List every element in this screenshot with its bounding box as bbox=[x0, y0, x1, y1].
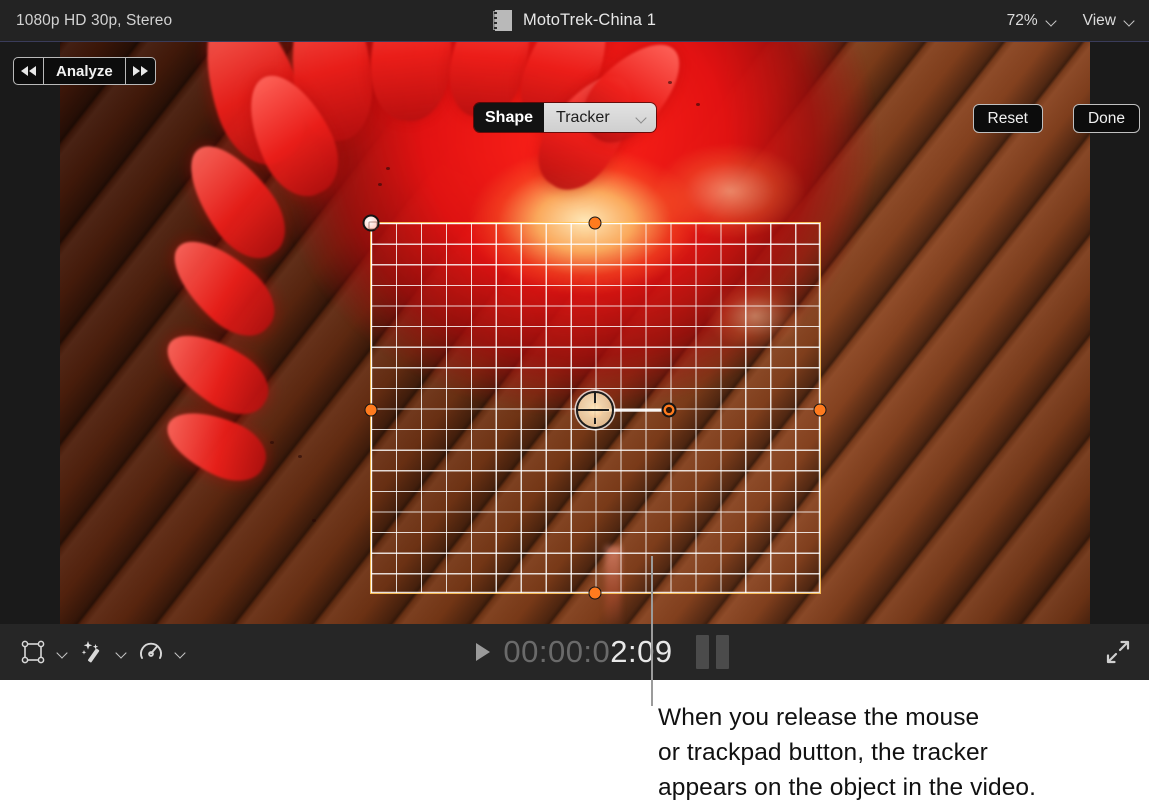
speck bbox=[386, 167, 390, 170]
pause-icon[interactable] bbox=[696, 624, 729, 680]
chevron-down-icon[interactable] bbox=[57, 647, 68, 658]
transport-left-tools bbox=[18, 624, 186, 680]
fast-forward-icon[interactable] bbox=[125, 58, 155, 84]
shape-tracker-control[interactable]: Shape Tracker bbox=[474, 103, 656, 132]
play-icon[interactable] bbox=[476, 643, 490, 661]
chevron-down-icon[interactable] bbox=[175, 647, 186, 658]
shape-tab[interactable]: Shape bbox=[474, 103, 544, 132]
callout-line-1: When you release the mouse bbox=[658, 700, 1128, 735]
speck bbox=[270, 441, 274, 444]
title-center-group: MotoTrek-China 1 bbox=[0, 0, 1149, 41]
callout-line-2: or trackpad button, the tracker bbox=[658, 735, 1128, 770]
speedometer-icon[interactable] bbox=[136, 637, 166, 667]
handle-left-center[interactable] bbox=[365, 404, 378, 417]
callout-leader-line bbox=[651, 556, 653, 706]
analyze-button[interactable]: Analyze bbox=[44, 58, 125, 84]
timecode-display[interactable]: 00:00:02:09 bbox=[503, 634, 672, 670]
transport-bar: 00:00:02:09 bbox=[0, 624, 1149, 680]
magic-wand-icon[interactable] bbox=[77, 637, 107, 667]
chevron-down-icon[interactable] bbox=[116, 647, 127, 658]
speck bbox=[378, 183, 382, 186]
handle-right-center[interactable] bbox=[814, 404, 827, 417]
tracker-popup-label: Tracker bbox=[556, 109, 610, 127]
chevron-down-icon bbox=[636, 112, 647, 123]
filmstrip-icon bbox=[493, 10, 512, 31]
tracker-overlay[interactable] bbox=[371, 223, 820, 593]
transform-icon[interactable] bbox=[18, 637, 48, 667]
speck bbox=[298, 455, 302, 458]
zoom-level-value: 72% bbox=[1007, 12, 1038, 30]
clip-format-label: 1080p HD 30p, Stereo bbox=[16, 0, 172, 41]
speck bbox=[668, 81, 672, 84]
tracker-popup-button[interactable]: Tracker bbox=[544, 103, 656, 132]
timecode-bright: 2:09 bbox=[610, 634, 672, 669]
callout-line-3: appears on the object in the video. bbox=[658, 770, 1128, 805]
timecode-dim: 00:00:0 bbox=[503, 634, 610, 669]
done-button[interactable]: Done bbox=[1073, 104, 1140, 133]
project-title: MotoTrek-China 1 bbox=[523, 11, 656, 30]
screenshot-root: 1080p HD 30p, Stereo MotoTrek-China 1 72… bbox=[0, 0, 1149, 809]
viewer-window: 1080p HD 30p, Stereo MotoTrek-China 1 72… bbox=[0, 0, 1149, 680]
chevron-down-icon bbox=[1124, 15, 1135, 26]
analyze-segmented-control[interactable]: Analyze bbox=[13, 57, 156, 85]
viewer-title-bar: 1080p HD 30p, Stereo MotoTrek-China 1 72… bbox=[0, 0, 1149, 42]
speck bbox=[312, 519, 316, 522]
rotation-handle[interactable] bbox=[363, 215, 380, 232]
callout-text: When you release the mouse or trackpad b… bbox=[658, 700, 1128, 805]
title-right-group: 72% View bbox=[1007, 0, 1135, 41]
handle-bottom-center[interactable] bbox=[589, 587, 602, 600]
zoom-level-popup[interactable]: 72% bbox=[1007, 12, 1057, 30]
chevron-down-icon bbox=[1046, 15, 1057, 26]
crosshair-center bbox=[588, 403, 603, 418]
rewind-icon[interactable] bbox=[14, 58, 44, 84]
expand-arrows-icon[interactable] bbox=[1103, 624, 1133, 680]
handle-top-center[interactable] bbox=[589, 217, 602, 230]
speck bbox=[696, 103, 700, 106]
reset-button[interactable]: Reset bbox=[973, 104, 1044, 133]
tracker-center-crosshair[interactable] bbox=[576, 391, 614, 429]
view-popup[interactable]: View bbox=[1083, 12, 1135, 30]
view-label: View bbox=[1083, 12, 1116, 30]
tracker-radius-handle[interactable] bbox=[662, 403, 677, 418]
